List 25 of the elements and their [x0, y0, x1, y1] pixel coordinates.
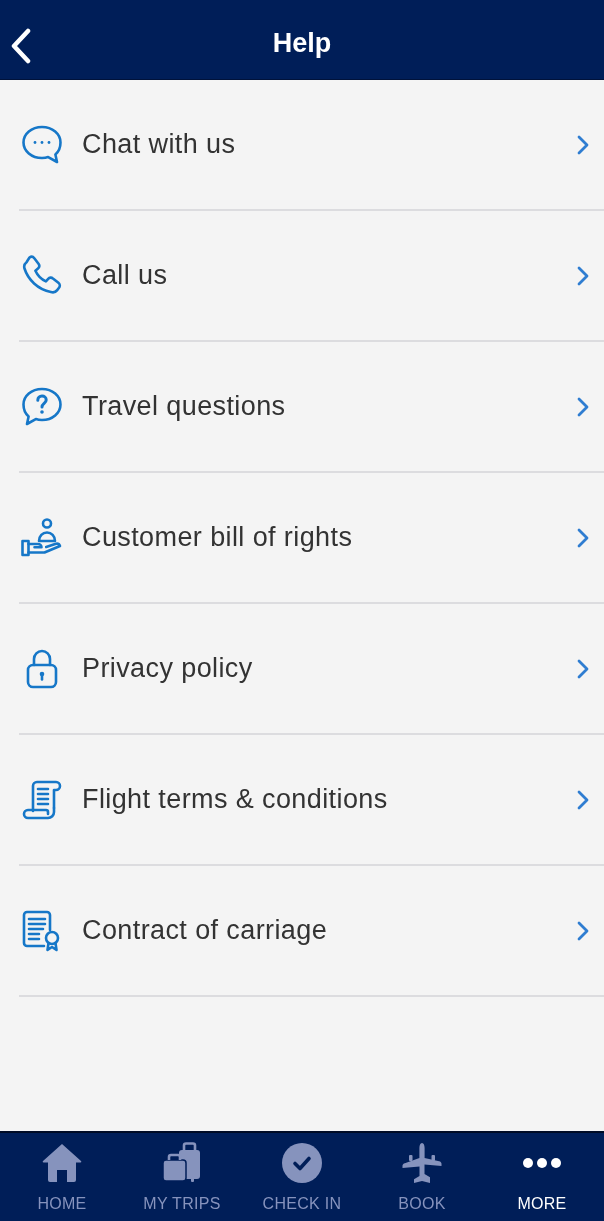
- help-menu-item[interactable]: Privacy policy: [19, 604, 604, 735]
- tab-item[interactable]: BOOK: [362, 1133, 482, 1221]
- home-icon: [40, 1142, 84, 1184]
- chevron-right-icon: [576, 133, 590, 156]
- more-dots-icon: [523, 1158, 561, 1168]
- chevron-left-icon: [10, 28, 32, 64]
- tab-item[interactable]: CHECK IN: [242, 1133, 362, 1221]
- help-menu-item[interactable]: Travel questions: [19, 342, 604, 473]
- chevron-right-icon: [576, 264, 590, 287]
- chevron-right-icon: [576, 919, 590, 942]
- help-menu-item[interactable]: Flight terms & conditions: [19, 735, 604, 866]
- tab-item[interactable]: MORE: [482, 1133, 602, 1221]
- chevron-right-icon: [576, 788, 590, 811]
- tab-item[interactable]: HOME: [2, 1133, 122, 1221]
- tab-item[interactable]: MY TRIPS: [122, 1133, 242, 1221]
- page-title: Help: [272, 30, 332, 57]
- checkmark-circle-icon: [280, 1142, 324, 1184]
- help-menu-item[interactable]: Customer bill of rights: [19, 473, 604, 604]
- chevron-right-icon: [576, 526, 590, 549]
- help-menu-item[interactable]: Call us: [19, 211, 604, 342]
- help-menu-item[interactable]: Contract of carriage: [19, 866, 604, 997]
- help-menu-item[interactable]: Chat with us: [19, 80, 604, 211]
- chevron-right-icon: [576, 657, 590, 680]
- airplane-icon: [400, 1142, 444, 1184]
- chevron-right-icon: [576, 395, 590, 418]
